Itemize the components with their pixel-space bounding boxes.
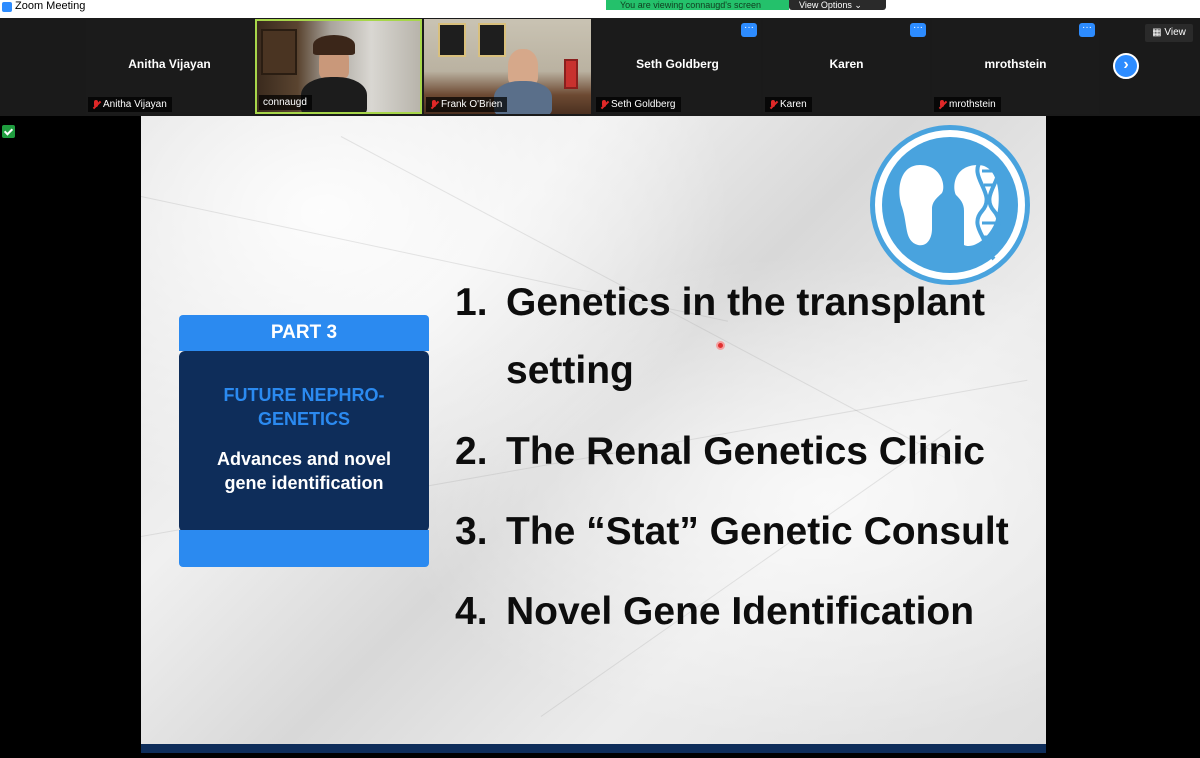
agenda-item-text: The “Stat” Genetic Consult [506, 510, 1009, 553]
kidney-dna-logo [870, 125, 1030, 285]
participant-gallery: Anitha Vijayan Anitha Vijayan connaugd F… [0, 18, 1200, 116]
participant-label: Seth Goldberg [596, 97, 681, 112]
more-options-icon[interactable]: ··· [741, 23, 757, 37]
participant-tile-karen[interactable]: Karen ··· Karen [763, 19, 930, 114]
participant-name: mrothstein [984, 57, 1047, 71]
agenda-item-number: 1. [455, 281, 488, 324]
view-button-label: View [1164, 27, 1186, 38]
participant-label-text: Karen [780, 99, 807, 110]
section-box: FUTURE NEPHRO- GENETICS Advances and nov… [179, 351, 429, 532]
participant-tile-anitha[interactable]: Anitha Vijayan Anitha Vijayan [86, 19, 253, 114]
shared-screen-slide: PART 3 FUTURE NEPHRO- GENETICS Advances … [141, 116, 1046, 753]
mic-muted-icon [430, 99, 438, 110]
window-title: Zoom Meeting [15, 0, 86, 12]
participant-tile-frank[interactable]: Frank O'Brien [424, 19, 591, 114]
agenda-item-text: Novel Gene Identification [506, 590, 975, 633]
participant-label-text: Frank O'Brien [441, 99, 503, 110]
more-options-icon[interactable]: ··· [910, 23, 926, 37]
slide-footer-bar [141, 744, 1046, 753]
participant-tile-mrothstein[interactable]: mrothstein ··· mrothstein [932, 19, 1099, 114]
laser-pointer [716, 341, 725, 350]
view-options-button[interactable]: View Options ⌄ [789, 0, 886, 10]
agenda-item-number: 3. [455, 510, 488, 553]
gallery-view-button[interactable]: ▦ View [1145, 24, 1193, 42]
section-heading: FUTURE NEPHRO- GENETICS [179, 383, 429, 431]
mic-muted-icon [600, 99, 608, 110]
participant-label: mrothstein [934, 97, 1001, 112]
participant-label-text: mrothstein [949, 99, 996, 110]
section-heading-line2: GENETICS [257, 409, 350, 429]
viewing-screen-text: You are viewing connaugd's screen [606, 0, 789, 10]
participant-tile-connaugd[interactable]: connaugd [255, 19, 422, 114]
participant-tile-seth[interactable]: Seth Goldberg ··· Seth Goldberg [594, 19, 761, 114]
part-label: PART 3 [179, 315, 429, 351]
participant-label-text: Seth Goldberg [611, 99, 676, 110]
agenda-item-text: The Renal Genetics Clinic [506, 430, 985, 473]
chevron-right-icon[interactable]: › [1113, 53, 1139, 79]
screen-share-banner: You are viewing connaugd's screen View O… [606, 0, 886, 10]
mic-muted-icon [92, 99, 100, 110]
section-heading-line1: FUTURE NEPHRO- [223, 385, 385, 405]
mic-muted-icon [938, 99, 946, 110]
participant-label-text: connaugd [263, 97, 307, 108]
participant-label: Frank O'Brien [426, 97, 508, 112]
participant-name: Anitha Vijayan [128, 57, 211, 71]
section-subheading: Advances and novel gene identification [179, 447, 429, 495]
agenda-item-number: 4. [455, 590, 488, 633]
encryption-shield-icon[interactable] [2, 125, 15, 138]
agenda-item-text: Genetics in the transplant setting [506, 281, 985, 392]
participant-name: Seth Goldberg [636, 57, 719, 71]
participant-label: connaugd [259, 95, 312, 110]
section-subheading-line2: gene identification [224, 473, 384, 493]
zoom-app-icon [2, 2, 12, 12]
participant-label: Anitha Vijayan [88, 97, 172, 112]
participant-name: Karen [829, 57, 864, 71]
mic-muted-icon [769, 99, 777, 110]
agenda-item-number: 2. [455, 430, 488, 473]
participant-label: Karen [765, 97, 812, 112]
participant-label-text: Anitha Vijayan [103, 99, 167, 110]
section-subheading-line1: Advances and novel [216, 449, 392, 469]
section-box-footer [179, 530, 429, 567]
window-titlebar: Zoom Meeting [0, 0, 1200, 18]
more-options-icon[interactable]: ··· [1079, 23, 1095, 37]
